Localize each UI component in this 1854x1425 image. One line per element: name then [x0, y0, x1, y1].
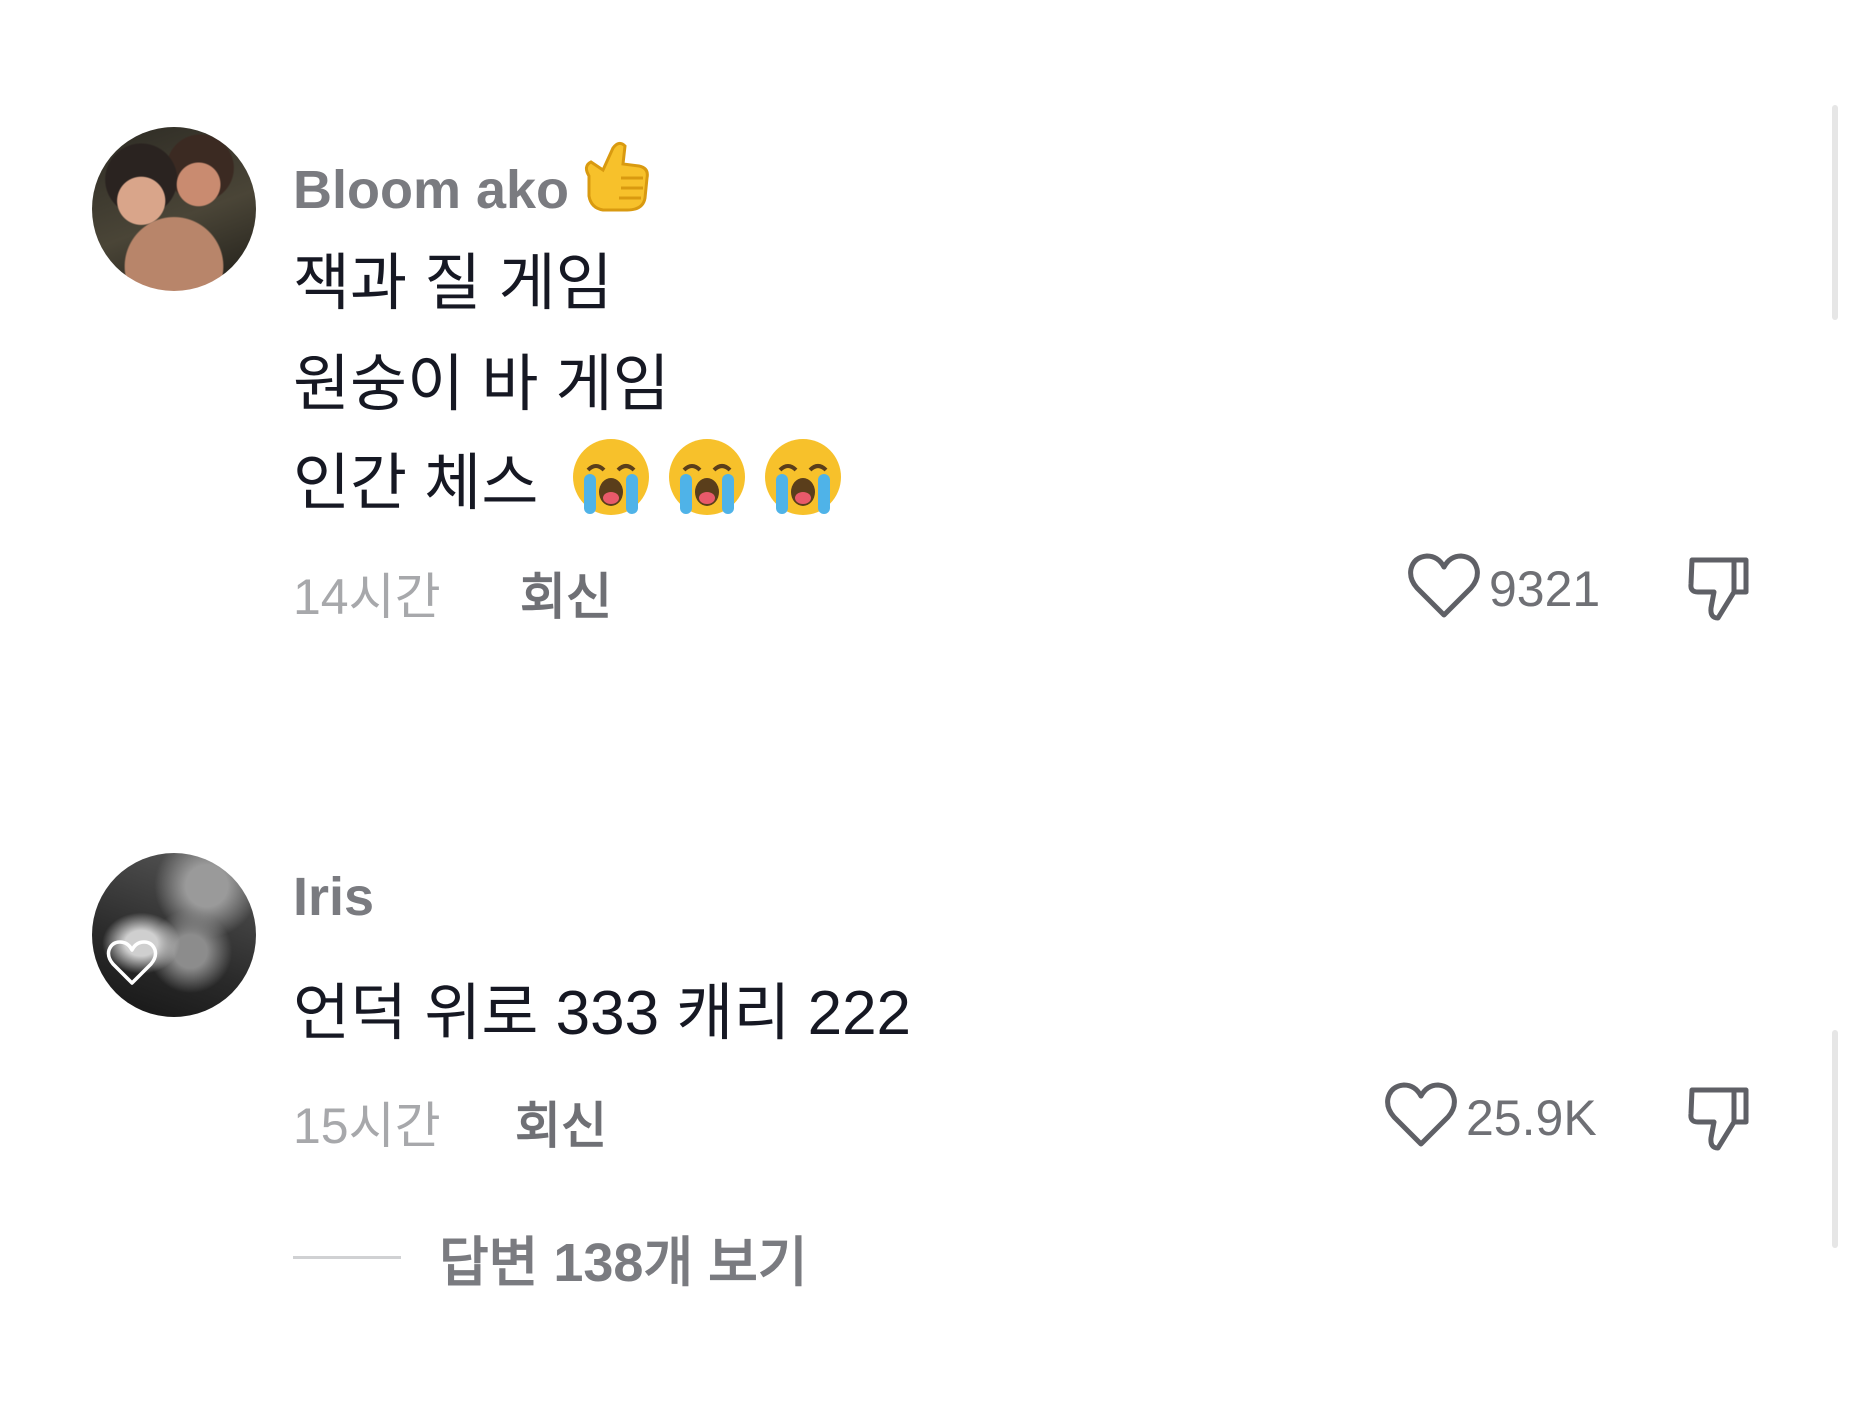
reply-button[interactable]: 회신 — [515, 1086, 607, 1158]
like-button[interactable]: 25.9K — [1384, 1080, 1597, 1155]
comment-timestamp: 15시간 — [293, 1098, 441, 1154]
comment-item: Iris 언덕 위로 333 캐리 222 15시간 회신 25.9K 답변 1… — [0, 0, 1854, 1425]
heart-icon — [1384, 1080, 1458, 1155]
divider-line — [293, 1256, 401, 1259]
view-replies-button[interactable]: 답변 138개 보기 — [293, 1218, 808, 1297]
dislike-button[interactable] — [1684, 1082, 1754, 1157]
view-replies-label: 답변 138개 보기 — [439, 1233, 808, 1293]
comment-text-line: 언덕 위로 333 캐리 222 — [293, 979, 912, 1048]
comment-username[interactable]: Iris — [293, 866, 374, 928]
heart-outline-icon — [106, 939, 158, 987]
avatar[interactable] — [92, 853, 256, 1017]
like-count: 25.9K — [1466, 1089, 1597, 1146]
thumbs-down-icon — [1684, 1087, 1754, 1156]
